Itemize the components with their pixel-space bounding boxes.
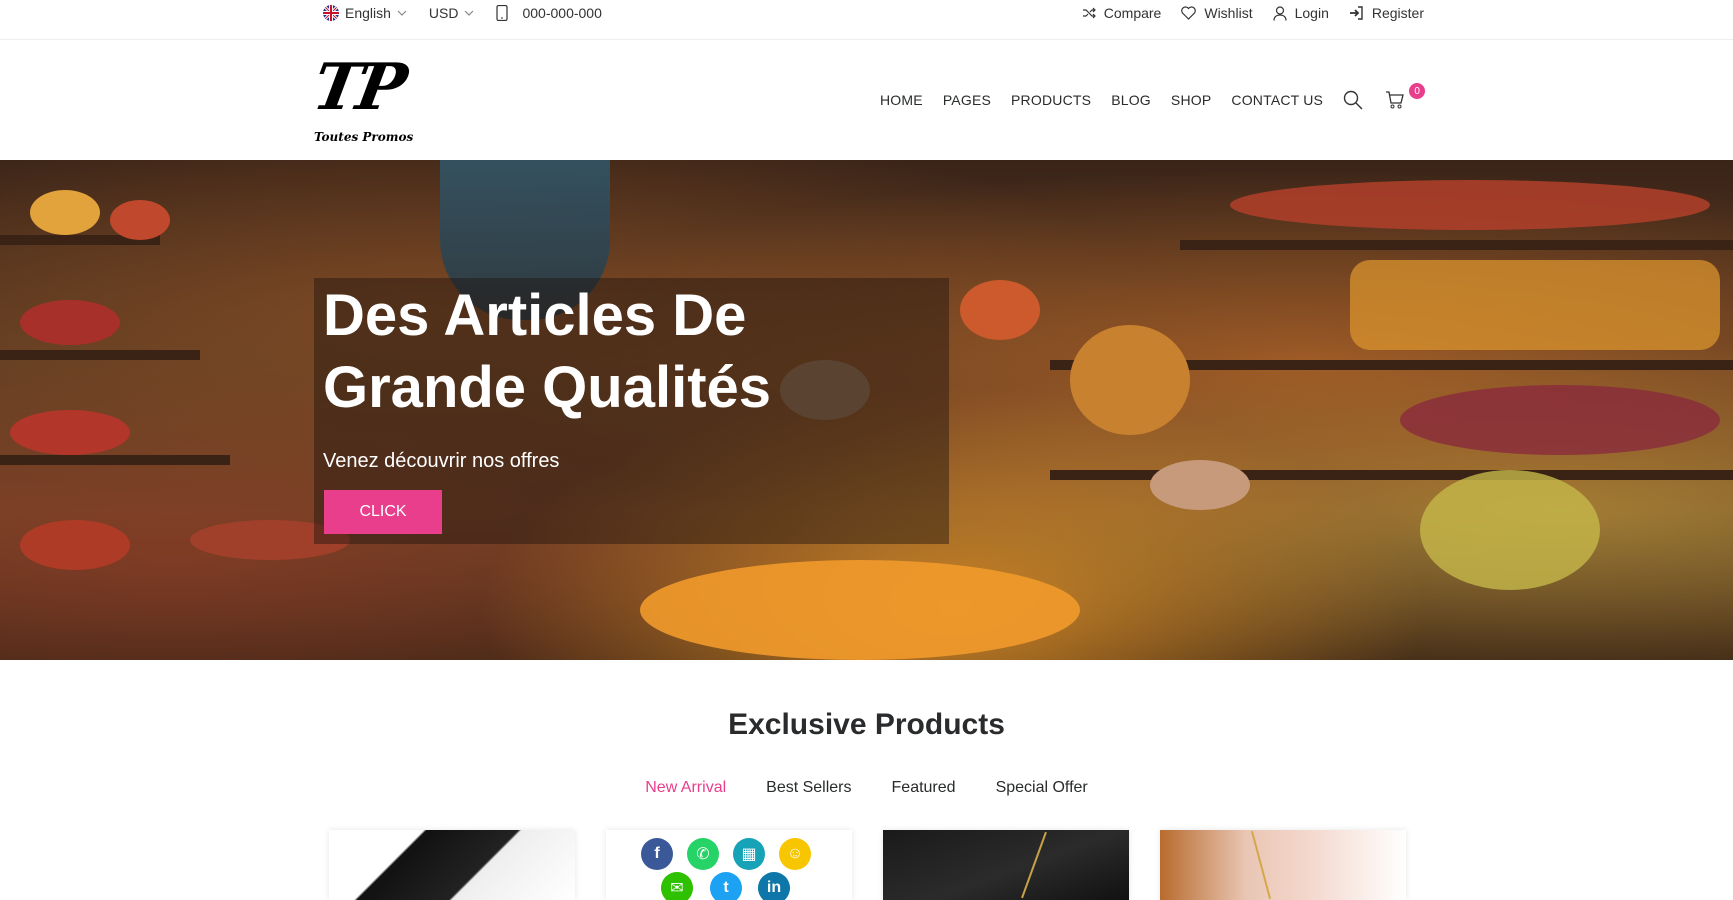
currency-label: USD [428,5,459,21]
facebook-icon: f [641,838,673,870]
tab-best-sellers[interactable]: Best Sellers [766,779,851,797]
hero-produce [110,200,170,240]
product-image [329,830,575,900]
login-link[interactable]: Login [1272,5,1329,21]
phone-number: 000-000-000 [522,5,602,21]
logo-mark: TP [307,50,409,125]
phone-contact: 000-000-000 [496,5,602,21]
hero-produce [960,280,1040,340]
hero-produce [1420,470,1600,590]
hero-produce [20,300,120,345]
hero-produce [1400,385,1720,455]
flag-uk-icon [323,5,339,21]
sign-in-icon [1349,6,1363,20]
cart-count-badge: 0 [1409,83,1426,99]
product-card[interactable]: f ✆ ▦ ☺ ✉ t in [606,830,852,900]
currency-selector[interactable]: USD [429,5,475,21]
product-card[interactable] [1160,830,1406,900]
hero-shelf [0,350,200,360]
hero-title: Des Articles De Grande Qualités [323,283,772,420]
product-card[interactable] [329,830,575,900]
language-selector[interactable]: English [323,5,407,21]
nav-shop[interactable]: SHOP [1171,92,1211,108]
compare-link[interactable]: Compare [1082,5,1162,21]
cart-button[interactable]: 0 [1385,83,1426,109]
hero-shelf [1180,240,1733,250]
nav-home[interactable]: HOME [880,92,923,108]
hero-shelf [0,455,230,465]
product-card[interactable] [883,830,1129,900]
compare-label: Compare [1103,5,1162,21]
product-grid: f ✆ ▦ ☺ ✉ t in [329,830,1437,900]
hero-produce [1350,260,1720,350]
top-bar: English USD 000-000-000 Compare Wishlist… [0,0,1733,40]
shuffle-icon [1082,7,1096,19]
nav-contact-us[interactable]: CONTACT US [1231,92,1323,108]
wishlist-link[interactable]: Wishlist [1181,5,1253,21]
hero-produce [640,560,1080,660]
register-label: Register [1371,5,1424,21]
whatsapp-icon: ✆ [687,838,719,870]
hero-produce [20,520,130,570]
product-image [1021,831,1047,899]
site-logo[interactable]: TP Toutes Promos [307,50,424,150]
product-tabs: New Arrival Best Sellers Featured Specia… [0,779,1733,797]
snapchat-icon: ☺ [779,838,811,870]
chevron-down-icon [397,10,407,16]
tab-new-arrival[interactable]: New Arrival [645,779,726,797]
top-bar-right: Compare Wishlist Login Register [1062,0,1424,26]
wechat-icon: ✉ [661,872,693,900]
login-label: Login [1294,5,1329,21]
search-icon [1343,90,1363,110]
nav-products[interactable]: PRODUCTS [1011,92,1091,108]
language-label: English [345,5,391,21]
hero-produce [30,190,100,235]
main-header: TP Toutes Promos HOME PAGES PRODUCTS BLO… [0,40,1733,160]
register-link[interactable]: Register [1349,5,1424,21]
section-title: Exclusive Products [728,708,1005,741]
search-button[interactable] [1343,90,1363,110]
hero-produce [1070,325,1190,435]
nav-pages[interactable]: PAGES [943,92,991,108]
hero-produce [1150,460,1250,510]
cart-icon [1386,91,1404,109]
nav-blog[interactable]: BLOG [1111,92,1151,108]
main-nav: HOME PAGES PRODUCTS BLOG SHOP CONTACT US… [880,40,1733,160]
chevron-down-icon [465,10,474,16]
top-bar-left: English USD 000-000-000 [323,0,624,26]
hero-produce [1230,180,1710,230]
phone-icon [496,5,509,21]
hero-produce [10,410,130,455]
heart-icon [1181,6,1197,20]
hero-cta-button[interactable]: CLICK [324,490,442,534]
twitter-icon: t [710,872,742,900]
tab-special-offer[interactable]: Special Offer [996,779,1088,797]
hero-subtitle: Venez découvrir nos offres [323,450,560,472]
logo-tagline: Toutes Promos [314,130,414,144]
wishlist-label: Wishlist [1204,5,1253,21]
apps-icon: ▦ [733,838,765,870]
linkedin-icon: in [758,872,790,900]
user-icon [1272,5,1287,21]
tab-featured[interactable]: Featured [892,779,956,797]
